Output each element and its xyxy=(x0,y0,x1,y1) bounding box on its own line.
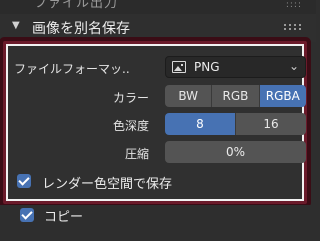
compression-label: 圧縮 xyxy=(125,147,150,161)
color-depth-row: 色深度 8 16 xyxy=(14,113,306,135)
color-depth-option-16[interactable]: 16 xyxy=(236,113,306,135)
previous-panel-fragment: ファイル出力 :::: xyxy=(0,0,316,14)
copy-checkbox[interactable] xyxy=(20,208,34,222)
color-option-rgba[interactable]: RGBA xyxy=(259,85,306,107)
color-depth-label: 色深度 xyxy=(113,119,150,133)
save-render-space-row[interactable]: レンダー色空間で保存 xyxy=(14,170,296,192)
file-format-label: ファイルフォーマッ.. xyxy=(14,62,130,76)
collapse-arrow-icon[interactable]: ▼ xyxy=(12,20,20,31)
color-mode-selector: BW RGB RGBA xyxy=(165,85,306,107)
save-render-space-label: レンダー色空間で保存 xyxy=(42,177,173,192)
previous-panel-title: ファイル出力 xyxy=(34,0,119,11)
file-format-dropdown[interactable]: PNG ⌄ xyxy=(165,56,306,78)
save-as-panel-header[interactable]: ▼ 画像を別名保存 xyxy=(0,14,316,42)
file-format-row: ファイルフォーマッ.. PNG ⌄ xyxy=(14,56,306,78)
color-depth-selector: 8 16 xyxy=(165,113,306,135)
image-icon xyxy=(172,61,186,73)
panel-title: 画像を別名保存 xyxy=(32,21,130,37)
color-row: カラー BW RGB RGBA xyxy=(14,85,306,107)
compression-row: 圧縮 0% xyxy=(14,141,306,163)
color-option-rgb[interactable]: RGB xyxy=(212,85,260,107)
color-label: カラー xyxy=(113,91,150,105)
save-render-space-checkbox[interactable] xyxy=(17,174,31,188)
chevron-down-icon: ⌄ xyxy=(288,59,299,73)
copy-label: コピー xyxy=(44,210,84,225)
drag-handle-icon[interactable] xyxy=(284,24,302,30)
file-format-value: PNG xyxy=(194,60,220,74)
color-depth-option-8[interactable]: 8 xyxy=(165,113,236,135)
color-option-bw[interactable]: BW xyxy=(165,85,213,107)
highlight-frame: ファイルフォーマッ.. PNG ⌄ カラー BW RGB RGBA 色深度 8 … xyxy=(3,41,307,204)
previous-panel-drag-dots[interactable]: :::: xyxy=(286,0,302,10)
copy-row[interactable]: コピー xyxy=(0,205,316,241)
compression-slider[interactable]: 0% xyxy=(165,141,306,163)
